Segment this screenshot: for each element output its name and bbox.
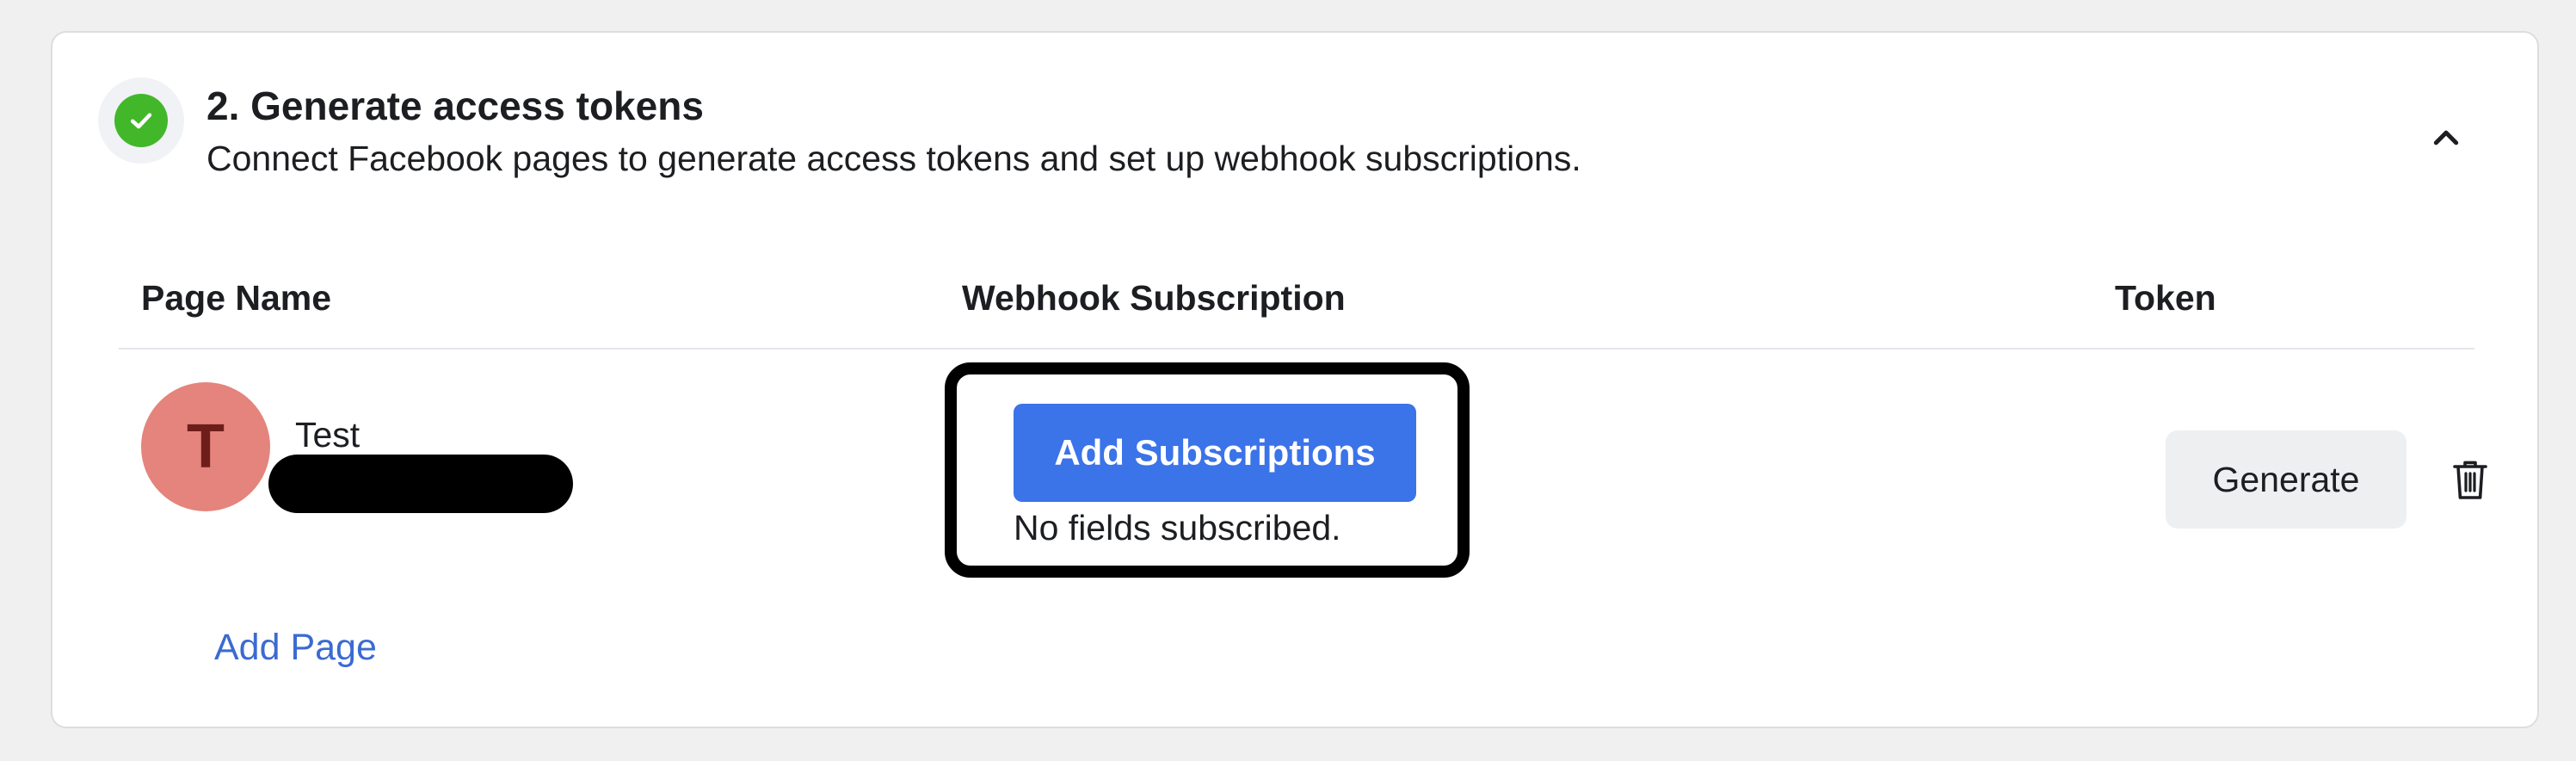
check-circle-icon: [114, 94, 168, 147]
trash-icon: [2453, 461, 2487, 499]
subscription-status-text: No fields subscribed.: [1014, 508, 1341, 548]
step-title: 2. Generate access tokens: [206, 84, 704, 128]
column-header-token: Token: [2115, 278, 2216, 318]
column-header-webhook-subscription: Webhook Subscription: [962, 278, 1346, 318]
step-status-badge: [98, 77, 184, 164]
column-header-page-name: Page Name: [141, 278, 332, 318]
redacted-page-id: [268, 455, 573, 513]
generate-access-tokens-card: 2. Generate access tokens Connect Facebo…: [51, 31, 2539, 728]
add-subscriptions-button[interactable]: Add Subscriptions: [1014, 404, 1416, 502]
step-description: Connect Facebook pages to generate acces…: [206, 139, 1581, 178]
table-header-divider: [119, 348, 2474, 350]
chevron-up-icon: [2433, 130, 2459, 145]
page-avatar: T: [141, 382, 270, 511]
delete-page-button[interactable]: [2444, 452, 2496, 507]
collapse-toggle-button[interactable]: [2420, 112, 2472, 164]
generate-token-button[interactable]: Generate: [2166, 430, 2407, 529]
add-page-link[interactable]: Add Page: [214, 627, 377, 669]
page-name-label: Test: [295, 415, 361, 455]
